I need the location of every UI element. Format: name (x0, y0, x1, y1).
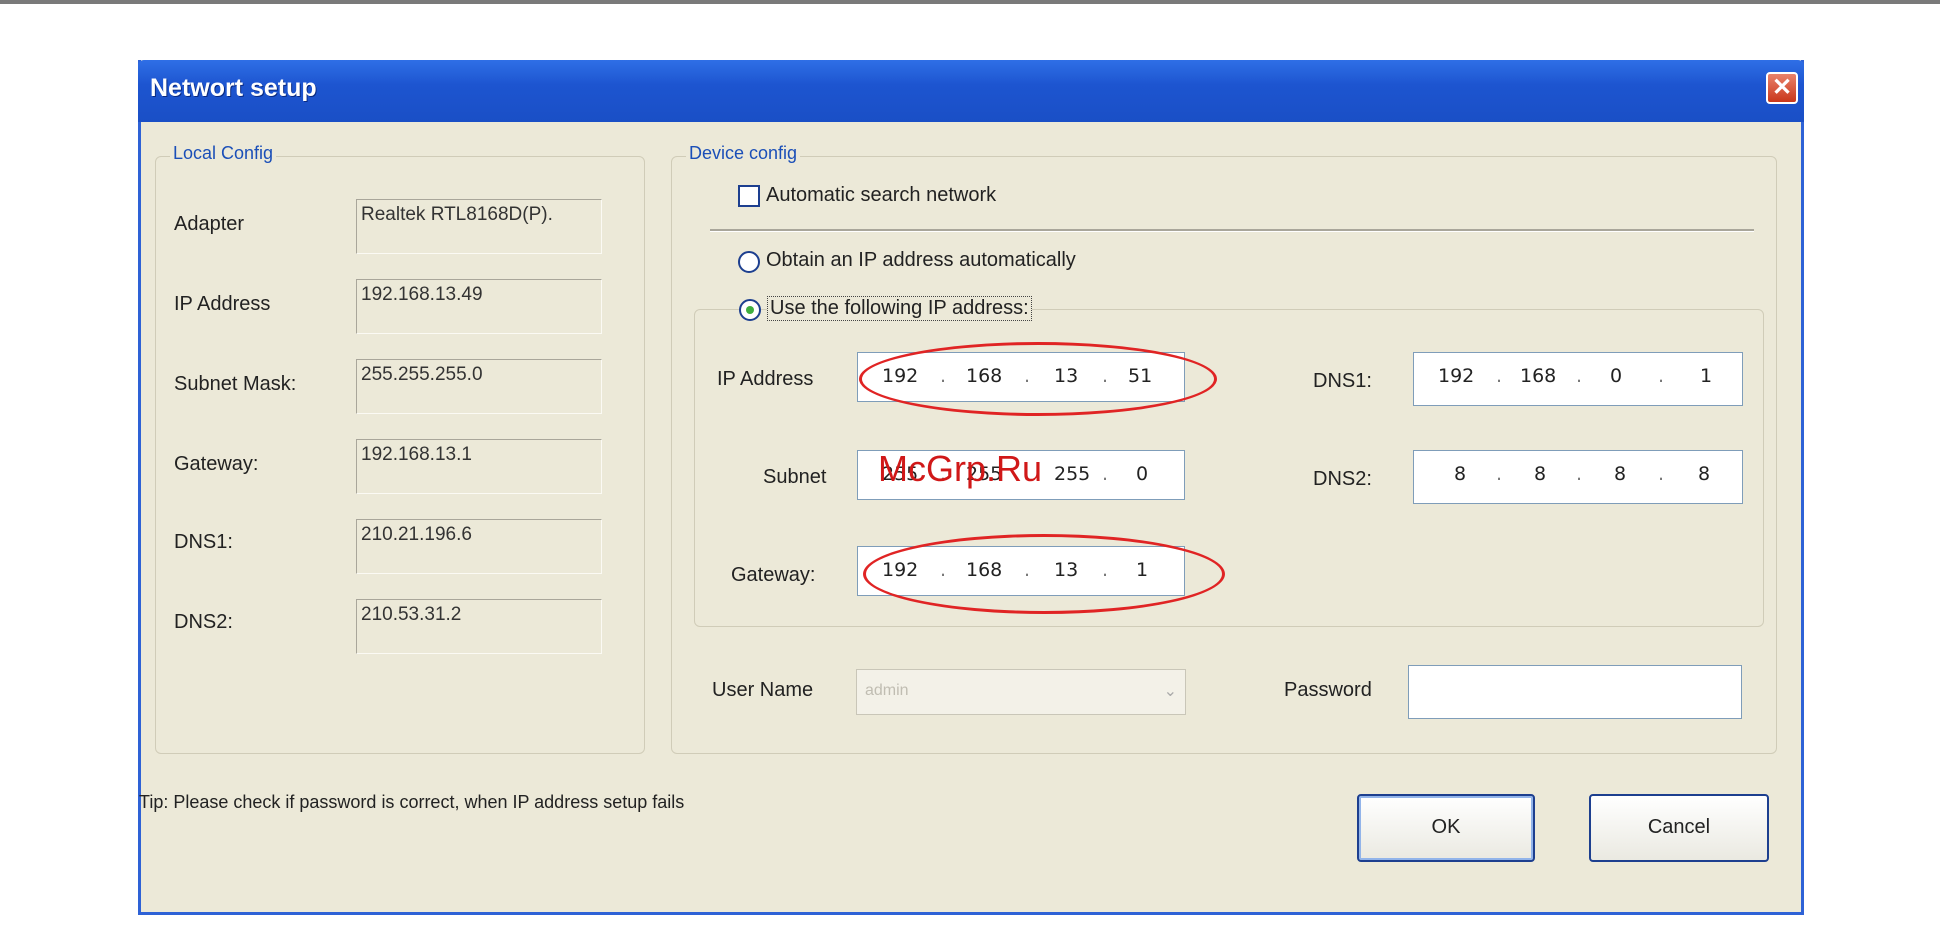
user-name-label: User Name (712, 679, 814, 701)
dns1-dot: . (1658, 365, 1665, 387)
ip-address-label: IP Address (717, 368, 814, 390)
ip-highlight-ellipse (859, 342, 1217, 416)
window-title: Networt setup (150, 74, 317, 102)
chevron-down-icon[interactable]: ⌄ (1164, 681, 1177, 701)
dns1-octet-3: 0 (1610, 365, 1623, 387)
use-following-label[interactable]: Use the following IP address: (767, 296, 1032, 321)
user-name-combo[interactable]: admin ⌄ (856, 669, 1186, 715)
adapter-value: Realtek RTL8168D(P). (356, 199, 602, 254)
dns2-dot: . (1496, 463, 1503, 485)
obtain-auto-radio[interactable] (738, 251, 760, 273)
dns1-dot: . (1496, 365, 1503, 387)
subnet-dot: . (1102, 463, 1109, 485)
dns1-dot: . (1576, 365, 1583, 387)
gateway-label: Gateway: (731, 564, 816, 586)
local-gateway-label: Gateway: (174, 453, 259, 475)
cancel-label: Cancel (1647, 816, 1711, 838)
dns1-octet-4: 1 (1700, 365, 1713, 387)
dns1-field[interactable]: 192 . 168 . 0 . 1 (1413, 352, 1743, 406)
local-subnet-value: 255.255.255.0 (356, 359, 602, 414)
password-label: Password (1284, 679, 1372, 701)
close-icon: ✕ (1771, 74, 1793, 101)
subnet-label: Subnet (763, 466, 827, 488)
dns2-octet-2: 8 (1534, 463, 1547, 485)
tip-text: Tip: Please check if password is correct… (139, 792, 685, 812)
device-config-label: Device config (686, 143, 801, 164)
user-name-value: admin (865, 682, 909, 699)
local-gateway-value: 192.168.13.1 (356, 439, 602, 494)
local-dns2-value: 210.53.31.2 (356, 599, 602, 654)
auto-search-checkbox[interactable] (738, 185, 760, 207)
watermark: McGrp.Ru (878, 448, 1043, 489)
gateway-highlight-ellipse (863, 534, 1225, 614)
dns2-dot: . (1658, 463, 1665, 485)
local-config-group: Local Config Adapter Realtek RTL8168D(P)… (155, 143, 645, 754)
separator-line (710, 229, 1754, 232)
local-dns1-label: DNS1: (174, 531, 233, 553)
local-dns2-label: DNS2: (174, 611, 233, 633)
local-subnet-label: Subnet Mask: (174, 373, 297, 395)
subnet-octet-4: 0 (1136, 463, 1149, 485)
device-config-group: Device config Automatic search network O… (671, 143, 1777, 754)
dns2-field[interactable]: 8 . 8 . 8 . 8 (1413, 450, 1743, 504)
ok-label: OK (1431, 816, 1461, 838)
dns1-octet-2: 168 (1520, 365, 1557, 387)
adapter-label: Adapter (174, 213, 245, 235)
local-config-label: Local Config (170, 143, 277, 164)
dns2-label: DNS2: (1313, 468, 1372, 490)
dns1-octet-1: 192 (1438, 365, 1475, 387)
dns2-dot: . (1576, 463, 1583, 485)
obtain-auto-label[interactable]: Obtain an IP address automatically (766, 249, 1076, 272)
local-ip-value: 192.168.13.49 (356, 279, 602, 334)
cancel-button[interactable]: Cancel (1589, 794, 1769, 862)
static-ip-group: Use the following IP address: IP Address… (694, 296, 1764, 627)
title-bar[interactable]: Networt setup ✕ (138, 60, 1804, 122)
local-dns1-value: 210.21.196.6 (356, 519, 602, 574)
dns1-label: DNS1: (1313, 370, 1372, 392)
password-field[interactable] (1408, 665, 1742, 719)
use-following-radio[interactable] (739, 299, 761, 321)
dns2-octet-1: 8 (1454, 463, 1467, 485)
ok-button[interactable]: OK (1357, 794, 1535, 862)
subnet-octet-3: 255 (1054, 463, 1091, 485)
close-button[interactable]: ✕ (1766, 72, 1798, 104)
dns2-octet-4: 8 (1698, 463, 1711, 485)
local-ip-label: IP Address (174, 293, 271, 315)
top-rule (0, 0, 1940, 4)
dns2-octet-3: 8 (1614, 463, 1627, 485)
auto-search-label[interactable]: Automatic search network (766, 184, 996, 207)
